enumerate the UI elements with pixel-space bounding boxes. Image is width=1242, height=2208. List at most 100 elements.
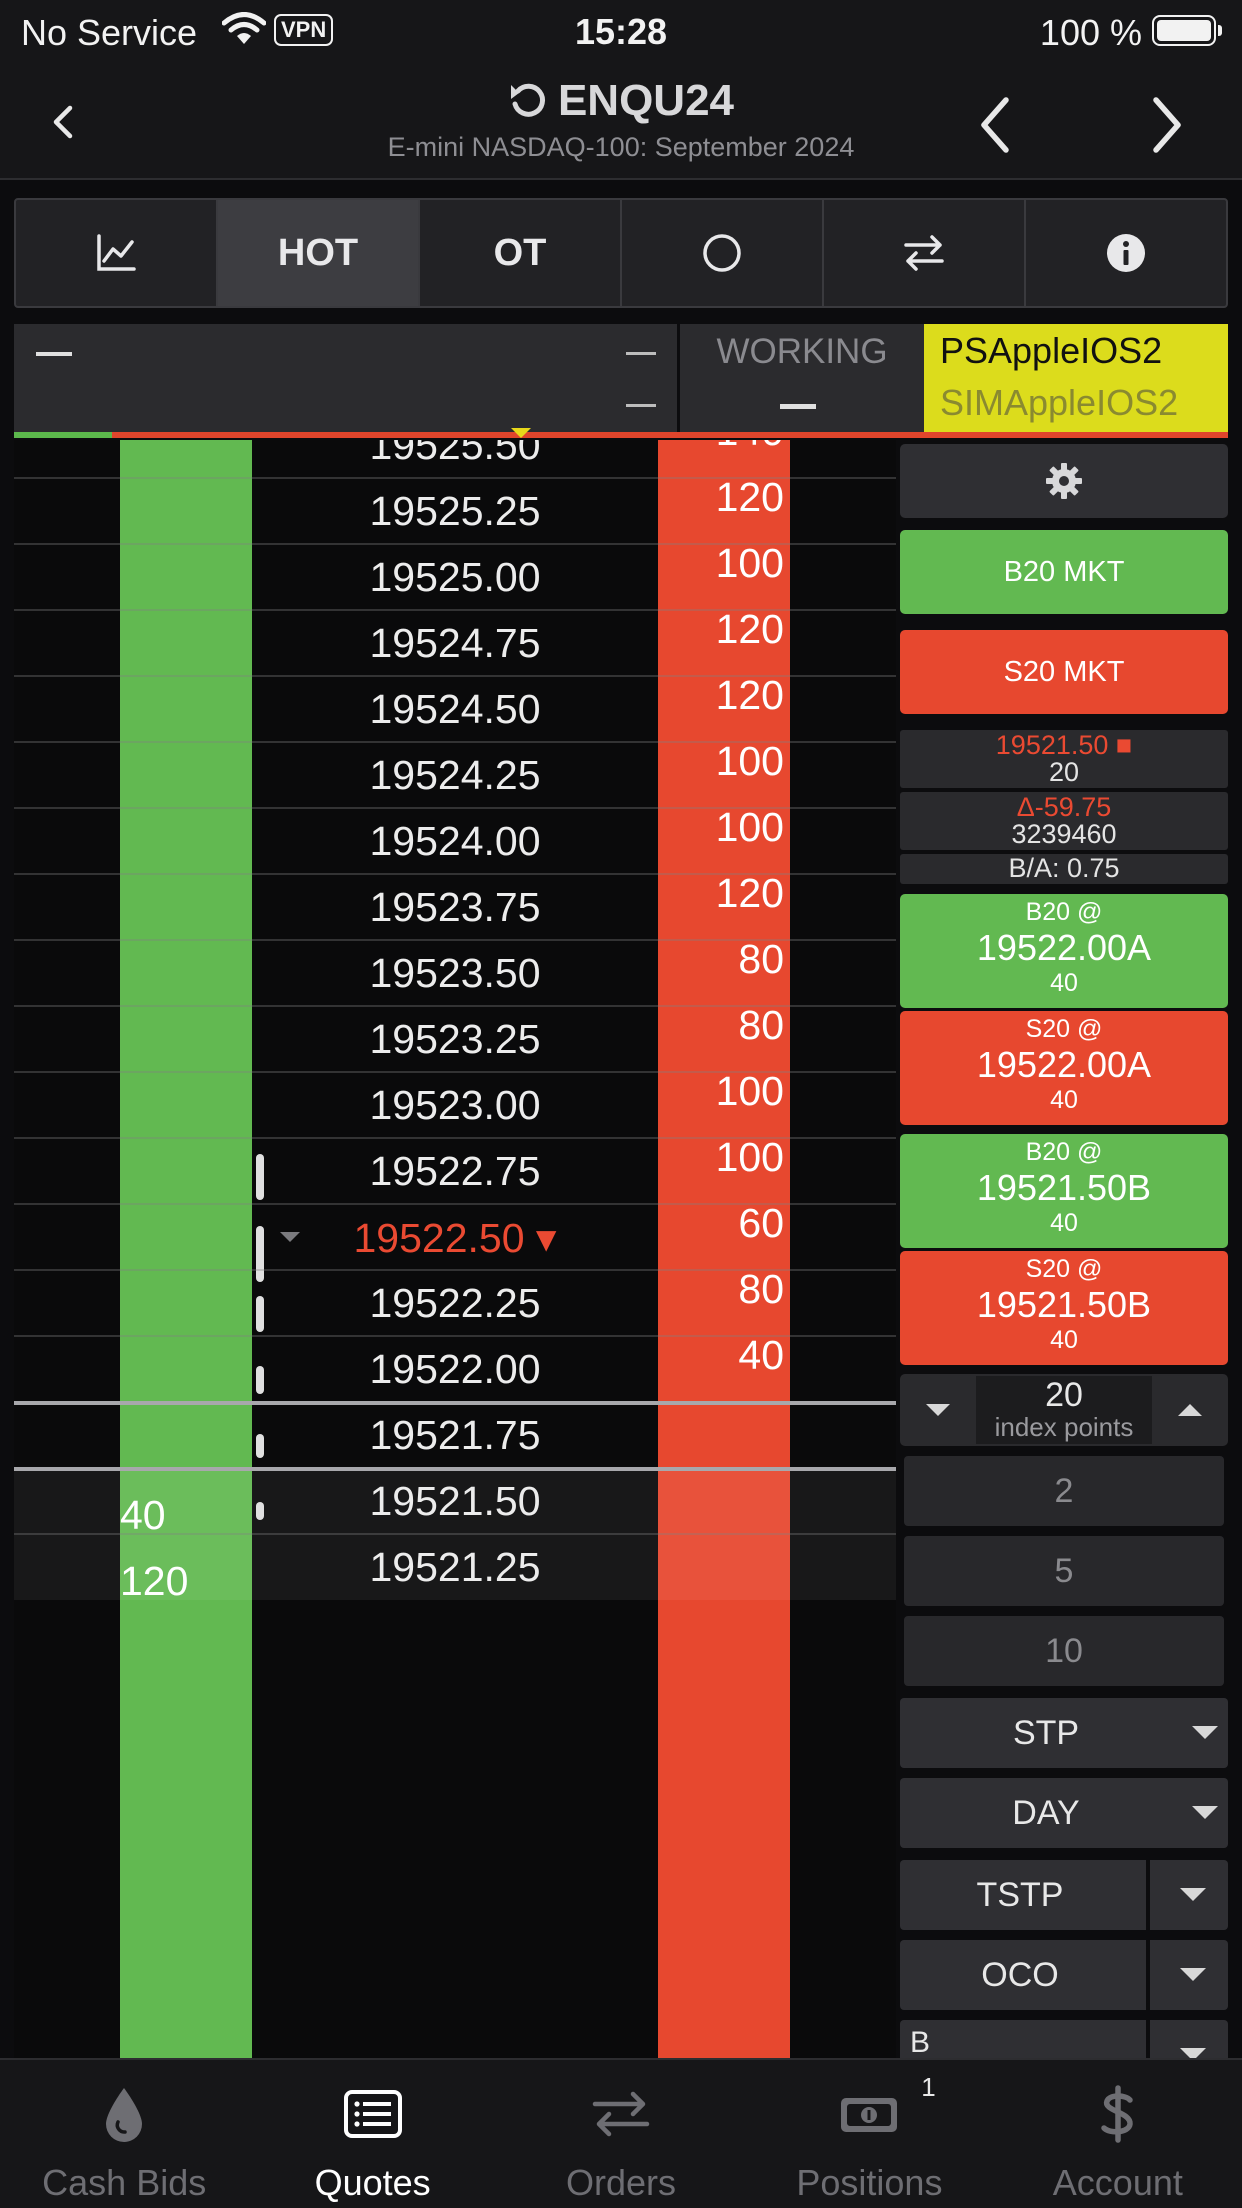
price-ladder[interactable]: 19525.5014019525.2512019525.0010019524.7… (14, 440, 896, 2058)
price-cell[interactable]: 19523.75 (252, 884, 658, 931)
quick-order-price: 19522.00A (976, 927, 1152, 968)
refresh-icon[interactable] (508, 80, 548, 120)
price-cell[interactable]: 19524.25 (252, 752, 658, 799)
quantity-preset-5[interactable]: 5 (904, 1536, 1224, 1606)
price-cell[interactable]: 19521.25 (252, 1544, 658, 1591)
tab-ot[interactable]: OT (420, 200, 622, 306)
bid-ask-spread-box: B/A: 0.75 (900, 854, 1228, 884)
trailing-stop-select[interactable]: TSTP (900, 1860, 1228, 1930)
bid-size-cell[interactable]: 120 (120, 1558, 240, 1605)
ask-size-cell[interactable]: 40 (658, 1332, 788, 1379)
quick-order-button[interactable]: S20 @ 19521.50B 40 (900, 1251, 1228, 1365)
positions-badge: 1 (921, 2072, 936, 2102)
ask-size-cell[interactable]: 120 (658, 870, 788, 917)
empty-pl-dash (626, 404, 656, 407)
tab-positions[interactable]: 1 Positions (745, 2060, 993, 2208)
tab-hot[interactable]: HOT (218, 200, 420, 306)
swap-icon (904, 235, 944, 271)
account-secondary: SIMAppleIOS2 (940, 382, 1179, 423)
chevron-down-icon (1192, 1726, 1218, 1739)
tab-account[interactable]: Account (994, 2060, 1242, 2208)
offset-value-field[interactable]: 20 index points (976, 1376, 1152, 1444)
volume: 3239460 (1011, 819, 1117, 849)
quick-order-button[interactable]: S20 @ 19522.00A 40 (900, 1011, 1228, 1125)
settings-button[interactable] (900, 444, 1228, 518)
tab-cash-bids[interactable]: Cash Bids (0, 2060, 248, 2208)
buy-market-button[interactable]: B20 MKT (900, 530, 1228, 614)
price-cell[interactable]: 19525.00 (252, 554, 658, 601)
price-cell[interactable]: 19523.00 (252, 1082, 658, 1129)
tab-circle[interactable] (622, 200, 824, 306)
next-contract-icon[interactable] (1146, 92, 1186, 158)
tab-chart[interactable] (16, 200, 218, 306)
status-bar: No Service VPN 15:28 100 % (0, 0, 1242, 62)
tab-orders[interactable]: Orders (497, 2060, 745, 2208)
price-cell[interactable]: 19525.25 (252, 488, 658, 535)
tab-info[interactable] (1026, 200, 1226, 306)
row-divider (14, 1467, 896, 1471)
bracket-select[interactable]: B (900, 2020, 1228, 2058)
price-cell[interactable]: 19521.50 (252, 1478, 658, 1525)
row-divider (14, 1533, 896, 1535)
price-cell[interactable]: 19522.75 (252, 1148, 658, 1195)
ask-size-cell[interactable]: 120 (658, 606, 788, 653)
ask-size-cell[interactable]: 120 (658, 474, 788, 521)
price-cell[interactable]: 19523.25 (252, 1016, 658, 1063)
circle-icon (703, 234, 741, 272)
order-type-select[interactable]: STP (900, 1698, 1228, 1768)
quick-order-button[interactable]: B20 @ 19522.00A 40 (900, 894, 1228, 1008)
ask-size-cell[interactable]: 60 (658, 1200, 788, 1247)
ask-size-cell[interactable]: 100 (658, 738, 788, 785)
quick-order-button[interactable]: B20 @ 19521.50B 40 (900, 1134, 1228, 1248)
volume-marker (256, 1226, 264, 1282)
price-cell[interactable]: 19524.00 (252, 818, 658, 865)
ask-size-cell[interactable]: 80 (658, 1002, 788, 1049)
change-volume-box: Δ-59.75 3239460 (900, 792, 1228, 850)
bid-size-cell[interactable]: 40 (120, 1492, 240, 1539)
ask-size-cell[interactable]: 100 (658, 1068, 788, 1115)
sell-market-button[interactable]: S20 MKT (900, 630, 1228, 714)
ask-size-cell[interactable]: 80 (658, 936, 788, 983)
quantity-preset-10[interactable]: 10 (904, 1616, 1224, 1686)
gear-icon (1046, 463, 1082, 499)
oco-select[interactable]: OCO (900, 1940, 1228, 2010)
price-cell[interactable]: 19524.50 (252, 686, 658, 733)
ask-size-cell[interactable]: 100 (658, 804, 788, 851)
battery-percent: 100 % (1039, 12, 1142, 53)
price-cell[interactable]: 19522.25 (252, 1280, 658, 1327)
duration-select[interactable]: DAY (900, 1778, 1228, 1848)
chevron-down-icon[interactable] (1180, 1888, 1206, 1901)
price-cell[interactable]: 19523.50 (252, 950, 658, 997)
bid-column[interactable] (120, 440, 252, 2058)
volume-marker (256, 1296, 264, 1332)
volume-marker (256, 1502, 264, 1520)
price-cell[interactable]: 19524.75 (252, 620, 658, 667)
increment-button[interactable] (1152, 1374, 1228, 1446)
tab-swap[interactable] (824, 200, 1026, 306)
previous-contract-icon[interactable] (976, 92, 1016, 158)
tab-quotes[interactable]: Quotes (248, 2060, 496, 2208)
ask-size-cell[interactable]: 80 (658, 1266, 788, 1313)
chevron-down-icon[interactable] (1180, 2048, 1206, 2058)
price-cell[interactable]: 19521.75 (252, 1412, 658, 1459)
volume-marker (256, 1154, 264, 1200)
price-cell[interactable]: 19522.00 (252, 1346, 658, 1393)
ask-size-cell[interactable]: 100 (658, 540, 788, 587)
order-panel: B20 MKT S20 MKT 19521.50 ■ 20 Δ-59.75 32… (896, 440, 1242, 2058)
ask-size-cell[interactable]: 120 (658, 672, 788, 719)
account-selector[interactable]: PSAppleIOS2 SIMAppleIOS2 (924, 324, 1228, 432)
ladder-header: WORKING PSAppleIOS2 SIMAppleIOS2 (14, 324, 1228, 432)
quick-order-price: 19521.50B (976, 1167, 1152, 1208)
mode-tabs: HOT OT (14, 198, 1228, 308)
last-trade-price[interactable]: 19522.50 ▾ (252, 1214, 658, 1262)
price-cell[interactable]: 19525.50 (252, 440, 658, 469)
chevron-down-icon[interactable] (1180, 1968, 1206, 1981)
last-trade-arrow-icon (280, 1232, 300, 1242)
ask-size-cell[interactable]: 140 (658, 440, 788, 455)
swap-arrows-icon (592, 2091, 650, 2137)
decrement-button[interactable] (900, 1374, 976, 1446)
ask-size-cell[interactable]: 100 (658, 1134, 788, 1181)
quantity-preset-2[interactable]: 2 (904, 1456, 1224, 1526)
working-value-dash (780, 404, 816, 409)
contract-title[interactable]: ENQU24 (0, 76, 1242, 126)
